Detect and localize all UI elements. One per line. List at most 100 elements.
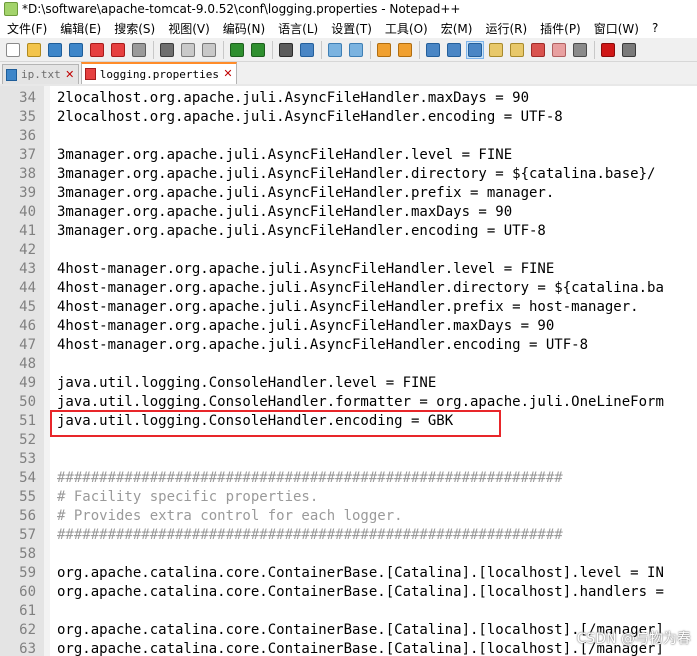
editor-line[interactable]: 56 # Provides extra control for each logg…: [0, 507, 697, 526]
line-text: 3manager.org.apache.juli.AsyncFileHandle…: [57, 185, 555, 201]
monitoring-button[interactable]: [571, 41, 589, 59]
line-number: 36: [19, 128, 36, 144]
define-language-button[interactable]: [487, 41, 505, 59]
zoom-in-button[interactable]: [326, 41, 344, 59]
undo-icon: [230, 42, 244, 57]
new-file-button[interactable]: [4, 41, 22, 59]
line-text: 4host-manager.org.apache.juli.AsyncFileH…: [57, 337, 589, 353]
paste-button[interactable]: [200, 41, 218, 59]
save-all-button[interactable]: [67, 41, 85, 59]
editor-line[interactable]: 42: [0, 241, 697, 260]
menu-item[interactable]: 语言(L): [271, 20, 324, 37]
copy-button[interactable]: [179, 41, 197, 59]
function-list-button[interactable]: [529, 41, 547, 59]
line-text: java.util.logging.ConsoleHandler.level =…: [57, 375, 437, 391]
menu-item[interactable]: 文件(F): [0, 20, 53, 37]
toolbar-separator: [419, 40, 420, 59]
zoom-out-button[interactable]: [347, 41, 365, 59]
line-text: 4host-manager.org.apache.juli.AsyncFileH…: [57, 318, 555, 334]
redo-button[interactable]: [249, 41, 267, 59]
editor-line[interactable]: 54 ######################################…: [0, 469, 697, 488]
tab-logging-properties[interactable]: logging.properties ✕: [80, 62, 237, 84]
folder-workspace-button[interactable]: [550, 41, 568, 59]
line-number: 61: [19, 603, 36, 619]
editor-line[interactable]: 35 2localhost.org.apache.juli.AsyncFileHa…: [0, 108, 697, 127]
menu-item[interactable]: 插件(P): [533, 20, 587, 37]
print-button[interactable]: [130, 41, 148, 59]
menu-item[interactable]: 运行(R): [478, 20, 533, 37]
toolbar-separator: [321, 40, 322, 59]
editor-line[interactable]: 52: [0, 431, 697, 450]
close-icon[interactable]: ✕: [222, 68, 234, 80]
editor-line[interactable]: 58: [0, 545, 697, 564]
sync-horizontal-button[interactable]: [396, 41, 414, 59]
show-all-chars-button[interactable]: [445, 41, 463, 59]
editor-line[interactable]: 40 3manager.org.apache.juli.AsyncFileHand…: [0, 203, 697, 222]
cut-button[interactable]: [158, 41, 176, 59]
menu-item[interactable]: 工具(O): [378, 20, 434, 37]
editor-line[interactable]: 46 4host-manager.org.apache.juli.AsyncFil…: [0, 317, 697, 336]
editor-line[interactable]: 37 3manager.org.apache.juli.AsyncFileHand…: [0, 146, 697, 165]
line-number: 44: [19, 280, 36, 296]
editor-line[interactable]: 60 org.apache.catalina.core.ContainerBase…: [0, 583, 697, 602]
menu-item[interactable]: 搜索(S): [107, 20, 161, 37]
replace-button[interactable]: [298, 41, 316, 59]
editor-line[interactable]: 49 java.util.logging.ConsoleHandler.level…: [0, 374, 697, 393]
line-number: 41: [19, 223, 36, 239]
menu-item[interactable]: 宏(M): [434, 20, 479, 37]
document-map-button[interactable]: [508, 41, 526, 59]
sync-vertical-icon: [377, 42, 391, 57]
close-file-icon: [90, 42, 104, 57]
undo-button[interactable]: [228, 41, 246, 59]
line-text: org.apache.catalina.core.ContainerBase.[…: [57, 622, 664, 638]
record-macro-button[interactable]: [599, 41, 617, 59]
save-button[interactable]: [46, 41, 64, 59]
menu-item[interactable]: 编辑(E): [53, 20, 107, 37]
editor-line[interactable]: 36: [0, 127, 697, 146]
close-all-button[interactable]: [109, 41, 127, 59]
close-all-icon: [111, 42, 125, 57]
close-icon[interactable]: ✕: [64, 68, 76, 81]
line-text: ########################################…: [57, 527, 563, 543]
toolbar-separator: [153, 40, 154, 59]
title-bar: *D:\software\apache-tomcat-9.0.52\conf\l…: [0, 0, 697, 18]
editor-line[interactable]: 47 4host-manager.org.apache.juli.AsyncFil…: [0, 336, 697, 355]
editor-line[interactable]: 53: [0, 450, 697, 469]
editor-line[interactable]: 39 3manager.org.apache.juli.AsyncFileHand…: [0, 184, 697, 203]
save-icon: [48, 42, 62, 57]
menu-item[interactable]: 设置(T): [324, 20, 378, 37]
editor-line[interactable]: 50 java.util.logging.ConsoleHandler.forma…: [0, 393, 697, 412]
editor-line[interactable]: 55 # Facility specific properties.: [0, 488, 697, 507]
word-wrap-button[interactable]: [424, 41, 442, 59]
menu-item[interactable]: ?: [645, 21, 664, 35]
editor-line[interactable]: 41 3manager.org.apache.juli.AsyncFileHand…: [0, 222, 697, 241]
menu-item[interactable]: 窗口(W): [587, 20, 645, 37]
editor-line[interactable]: 45 4host-manager.org.apache.juli.AsyncFil…: [0, 298, 697, 317]
editor-line[interactable]: 34 2localhost.org.apache.juli.AsyncFileHa…: [0, 89, 697, 108]
toolbar-separator: [223, 40, 224, 59]
open-file-button[interactable]: [25, 41, 43, 59]
line-text: # Facility specific properties.: [57, 489, 319, 505]
line-text: 3manager.org.apache.juli.AsyncFileHandle…: [57, 147, 513, 163]
stop-macro-button[interactable]: [620, 41, 638, 59]
line-number: 43: [19, 261, 36, 277]
menu-item[interactable]: 视图(V): [161, 20, 216, 37]
redo-icon: [251, 42, 265, 57]
find-button[interactable]: [277, 41, 295, 59]
editor[interactable]: 34 2localhost.org.apache.juli.AsyncFileHa…: [0, 86, 697, 656]
editor-line[interactable]: 38 3manager.org.apache.juli.AsyncFileHand…: [0, 165, 697, 184]
editor-line[interactable]: 59 org.apache.catalina.core.ContainerBase…: [0, 564, 697, 583]
line-number: 34: [19, 90, 36, 106]
tab-ip-txt[interactable]: ip.txt ✕: [2, 64, 79, 84]
indent-guide-button[interactable]: [466, 40, 484, 59]
editor-line[interactable]: 48: [0, 355, 697, 374]
editor-line[interactable]: 44 4host-manager.org.apache.juli.AsyncFil…: [0, 279, 697, 298]
menu-item[interactable]: 编码(N): [216, 20, 271, 37]
editor-line[interactable]: 57 ######################################…: [0, 526, 697, 545]
editor-line[interactable]: 51 java.util.logging.ConsoleHandler.encod…: [0, 412, 697, 431]
close-file-button[interactable]: [88, 41, 106, 59]
editor-line[interactable]: 43 4host-manager.org.apache.juli.AsyncFil…: [0, 260, 697, 279]
sync-vertical-button[interactable]: [375, 41, 393, 59]
editor-line[interactable]: 61: [0, 602, 697, 621]
copy-icon: [181, 42, 195, 57]
